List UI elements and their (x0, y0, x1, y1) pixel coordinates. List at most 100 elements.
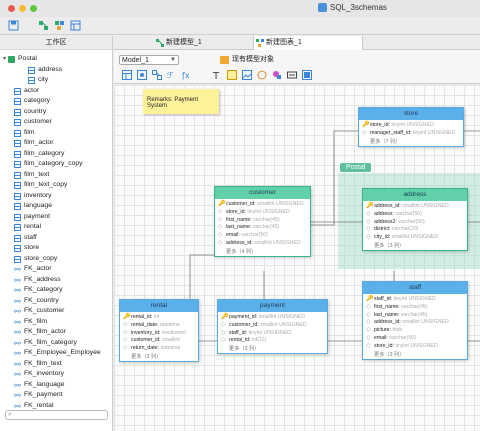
tree-item[interactable]: ⚯ FK_payment (0, 390, 113, 401)
entity-field[interactable]: ◇ first_name: varchar(45) (366, 304, 464, 312)
entity-payment[interactable]: payment 🔑 payment_id: smallint UNSIGNED ◇ cu… (217, 299, 328, 355)
tree-item[interactable]: ⚯ FK_country (0, 296, 113, 307)
function-tool-icon[interactable]: ƒx (182, 70, 192, 80)
entity-title[interactable]: customer (215, 187, 310, 199)
model-select[interactable]: Model_1 ▼ (119, 55, 179, 65)
entity-field[interactable]: ◇ return_date: datetime (123, 345, 195, 353)
procedure-tool-icon[interactable]: ℱ (167, 70, 177, 80)
tree-item[interactable]: film_category_copy (0, 159, 113, 170)
entity-field[interactable]: ◇ district: varchar(20) (366, 226, 464, 234)
tree-item[interactable]: inventory (0, 191, 113, 202)
tree-item[interactable]: category (0, 96, 113, 107)
entity-field[interactable]: 🔑 address_id: smallint UNSIGNED (366, 203, 464, 211)
entity-field[interactable]: 🔑 payment_id: smallint UNSIGNED (221, 314, 324, 322)
tree-item[interactable]: ⚯ FK_language (0, 380, 113, 391)
entity-field[interactable]: ◇ picture: blob (366, 327, 464, 335)
entity-field[interactable]: ◇ rental_date: datetime (123, 322, 195, 330)
entity-field[interactable]: ◇ customer_id: smallint UNSIGNED (221, 322, 324, 330)
tree-item[interactable]: country (0, 107, 113, 118)
tree-item[interactable]: language (0, 201, 113, 212)
entity-field[interactable]: ◇ address2: varchar(50) (366, 219, 464, 227)
tree-item[interactable]: address (0, 65, 113, 76)
image-tool-icon[interactable] (242, 70, 252, 80)
entity-customer[interactable]: customer 🔑 customer_id: smallint UNSIGNED ◇… (214, 186, 311, 257)
entity-field[interactable]: ◇ rental_id: int(11) (221, 337, 324, 345)
entity-field[interactable]: ◇ inventory_id: mediumint (123, 330, 195, 338)
note-tool-icon[interactable] (227, 70, 237, 80)
tree-item[interactable]: ⚯ FK_customer (0, 306, 113, 317)
entity-title[interactable]: rental (120, 300, 198, 312)
save-icon[interactable] (8, 20, 19, 31)
tree-item[interactable]: film_text (0, 170, 113, 181)
shapes-tool-icon[interactable] (272, 70, 282, 80)
tree-item[interactable]: staff (0, 233, 113, 244)
tree-item[interactable]: customer (0, 117, 113, 128)
entity-address[interactable]: address 🔑 address_id: smallint UNSIGNED ◇ ad… (362, 188, 468, 251)
layer-tool-icon[interactable] (302, 70, 312, 80)
zoom-window-button[interactable] (30, 5, 37, 12)
tree-item[interactable]: city (0, 75, 113, 86)
entity-field[interactable]: 🔑 rental_id: int (123, 314, 195, 322)
tree-item[interactable]: ▾ Postal (0, 54, 113, 65)
entity-field[interactable]: ◇ store_id: tinyint UNSIGNED (366, 343, 464, 351)
entity-more-columns[interactable]: 更多（4 列） (215, 248, 310, 256)
relation-tool-icon[interactable] (152, 70, 162, 80)
tree-item[interactable]: ⚯ FK_film_actor (0, 327, 113, 338)
entity-field[interactable]: ◇ manager_staff_id: tinyint UNSIGNED (362, 130, 460, 138)
entity-field[interactable]: ◇ last_name: varchar(45) (366, 312, 464, 320)
minimize-window-button[interactable] (19, 5, 26, 12)
tab-new-diagram[interactable]: 新建图表_1 (253, 36, 363, 50)
close-window-button[interactable] (8, 5, 15, 12)
entity-more-columns[interactable]: 更多（3 列） (363, 351, 467, 359)
table-tool-icon[interactable] (122, 70, 132, 80)
tree-item[interactable]: store (0, 243, 113, 254)
entity-field[interactable]: ◇ address_id: smallint UNSIGNED (366, 319, 464, 327)
tree-item[interactable]: film_text_copy (0, 180, 113, 191)
entity-title[interactable]: address (363, 189, 467, 201)
tree-item[interactable]: ⚯ FK_film_category (0, 338, 113, 349)
tree-item[interactable]: ⚯ FK_category (0, 285, 113, 296)
entity-title[interactable]: payment (218, 300, 327, 312)
tree-item[interactable]: payment (0, 212, 113, 223)
entity-field[interactable]: ◇ store_id: tinyint UNSIGNED (218, 209, 307, 217)
tree-item[interactable]: ⚯ FK_address (0, 275, 113, 286)
tree-item[interactable]: film_actor (0, 138, 113, 149)
entity-rental[interactable]: rental 🔑 rental_id: int ◇ rental_date: datet… (119, 299, 199, 362)
view-tool-icon[interactable] (137, 70, 147, 80)
tree-item[interactable]: film (0, 128, 113, 139)
entity-field[interactable]: 🔑 customer_id: smallint UNSIGNED (218, 201, 307, 209)
new-diagram-icon[interactable] (54, 20, 65, 31)
entity-more-columns[interactable]: 更多（7 列） (359, 138, 463, 146)
entity-store[interactable]: store 🔑 store_id: tinyint UNSIGNED ◇ manager… (358, 107, 464, 147)
new-model-icon[interactable] (38, 20, 49, 31)
entity-more-columns[interactable]: 更多（2 列） (120, 353, 198, 361)
entity-field[interactable]: ◇ last_name: varchar(45) (218, 224, 307, 232)
sidebar-search-input[interactable]: ⌕ (5, 410, 108, 420)
entity-staff[interactable]: staff 🔑 staff_id: tinyint UNSIGNED ◇ first_n… (362, 281, 468, 360)
shape-tool-icon[interactable] (257, 70, 267, 80)
tree-item[interactable]: store_copy (0, 254, 113, 265)
entity-field[interactable]: ◇ first_name: varchar(45) (218, 217, 307, 225)
entity-field[interactable]: ◇ email: varchar(50) (218, 232, 307, 240)
entity-field[interactable]: ◇ city_id: smallint UNSIGNED (366, 234, 464, 242)
tree-item[interactable]: ⚯ FK_Employee_Employee (0, 348, 113, 359)
tree-item[interactable]: ⚯ FK_actor (0, 264, 113, 275)
tree-item[interactable]: film_category (0, 149, 113, 160)
sync-icon[interactable] (70, 20, 81, 31)
entity-title[interactable]: store (359, 108, 463, 120)
tab-new-model[interactable]: 新建模型_1 (154, 36, 254, 50)
entity-field[interactable]: 🔑 store_id: tinyint UNSIGNED (362, 122, 460, 130)
entity-field[interactable]: ◇ customer_id: smallint (123, 337, 195, 345)
tree-item[interactable]: ⚯ FK_film (0, 317, 113, 328)
entity-field[interactable]: ◇ staff_id: tinyint UNSIGNED (221, 330, 324, 338)
entity-title[interactable]: staff (363, 282, 467, 294)
entity-field[interactable]: ◇ address: varchar(50) (366, 211, 464, 219)
tree-item[interactable]: ⚯ FK_inventory (0, 369, 113, 380)
existing-objects-button[interactable]: 现有模型对象 (220, 55, 274, 65)
diagram-canvas[interactable]: Remarks: Payment System Postal store 🔑 sto… (114, 85, 480, 431)
tree-item[interactable]: ⚯ FK_film_text (0, 359, 113, 370)
label-tool-icon[interactable] (287, 70, 297, 80)
entity-more-columns[interactable]: 更多（3 列） (218, 345, 327, 353)
entity-field[interactable]: 🔑 staff_id: tinyint UNSIGNED (366, 296, 464, 304)
entity-field[interactable]: ◇ address_id: smallint UNSIGNED (218, 240, 307, 248)
